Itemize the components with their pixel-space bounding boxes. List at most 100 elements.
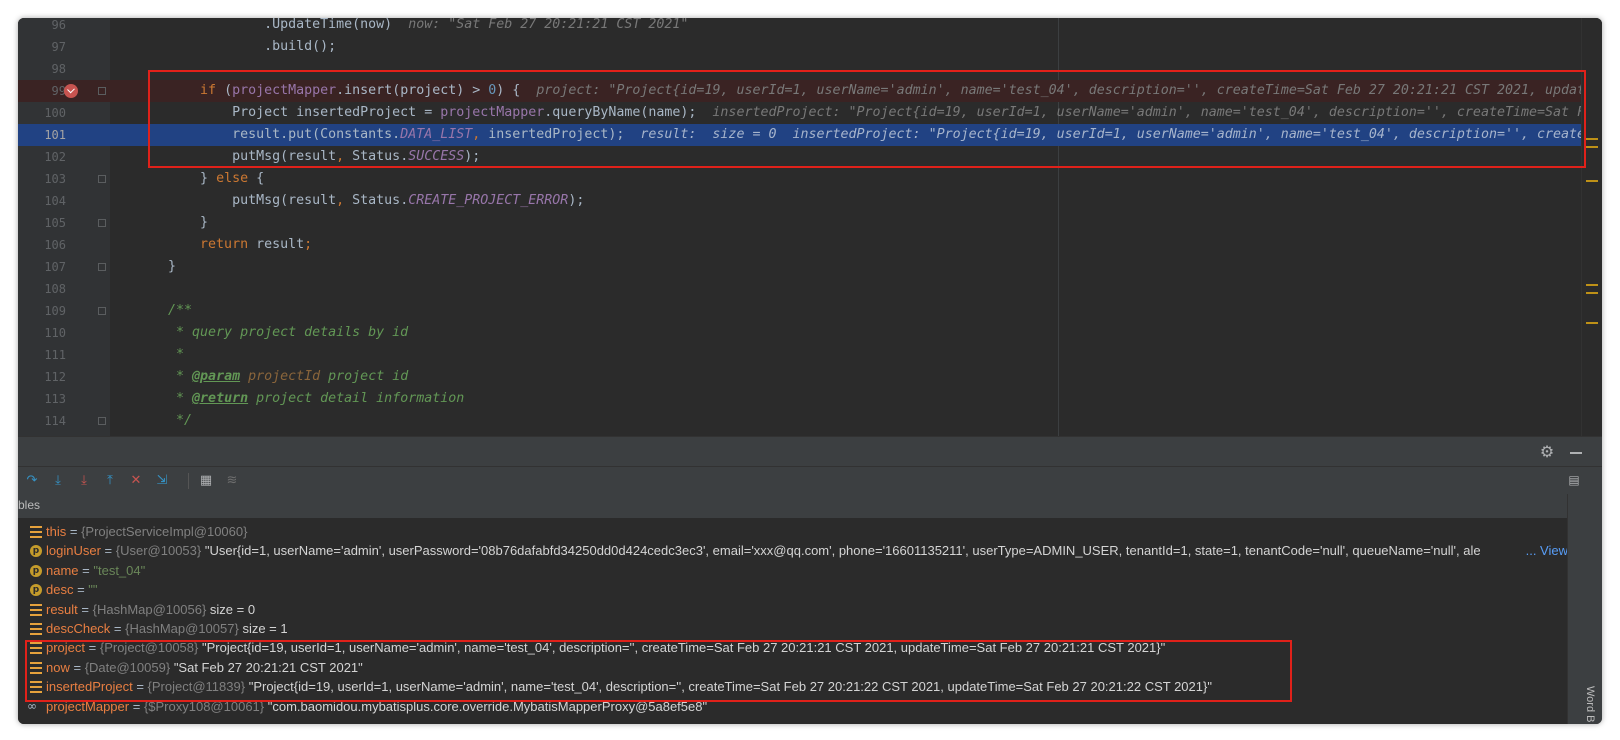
code-line[interactable]: 99 if (projectMapper.insert(project) > 0…: [18, 80, 1602, 102]
line-number[interactable]: 109: [18, 300, 66, 322]
equals-sign: =: [66, 524, 82, 539]
view-link[interactable]: ... View: [1521, 541, 1568, 561]
code-line[interactable]: 102 putMsg(result, Status.SUCCESS);: [18, 146, 1602, 168]
fold-toggle-icon[interactable]: [98, 417, 106, 425]
drop-frame-icon[interactable]: ✕: [128, 473, 144, 489]
variable-row[interactable]: descCheck = {HashMap@10057} size = 1: [18, 619, 1568, 639]
code-line[interactable]: 98: [18, 58, 1602, 80]
code-line[interactable]: 107 }: [18, 256, 1602, 278]
code-lines[interactable]: 96 .UpdateTime(now) now: "Sat Feb 27 20:…: [18, 18, 1602, 436]
code-text: .UpdateTime(now) now: "Sat Feb 27 20:21:…: [136, 18, 688, 36]
line-number[interactable]: 108: [18, 278, 66, 300]
step-over-icon[interactable]: ↷: [24, 473, 40, 489]
line-number[interactable]: 102: [18, 146, 66, 168]
minimize-icon[interactable]: [1570, 452, 1582, 454]
code-line[interactable]: 108: [18, 278, 1602, 300]
code-line[interactable]: 114 */: [18, 410, 1602, 432]
line-number[interactable]: 103: [18, 168, 66, 190]
warning-stripe[interactable]: [1586, 180, 1598, 182]
force-step-into-icon[interactable]: ⤓: [76, 473, 92, 489]
line-number[interactable]: 113: [18, 388, 66, 410]
editor-scrollbar[interactable]: [1581, 18, 1602, 436]
line-number[interactable]: 110: [18, 322, 66, 344]
variables-tab-label[interactable]: bles: [18, 498, 40, 512]
warning-stripe[interactable]: [1586, 322, 1598, 324]
fold-toggle-icon[interactable]: [98, 175, 106, 183]
code-token: .UpdateTime(now): [136, 18, 409, 32]
code-line[interactable]: 103 } else {: [18, 168, 1602, 190]
code-line[interactable]: 105 }: [18, 212, 1602, 234]
code-line[interactable]: 111 *: [18, 344, 1602, 366]
gear-icon[interactable]: ⚙: [1538, 443, 1556, 461]
variable-text: descCheck = {HashMap@10057} size = 1: [46, 619, 288, 639]
step-out-icon[interactable]: ⤒: [102, 473, 118, 489]
code-token: result.put(Constants.: [136, 127, 401, 142]
code-line[interactable]: 100 Project insertedProject = projectMap…: [18, 102, 1602, 124]
fold-toggle-icon[interactable]: [98, 263, 106, 271]
side-tool-label[interactable]: Word B: [1584, 686, 1596, 722]
line-number[interactable]: 107: [18, 256, 66, 278]
fold-toggle-icon[interactable]: [98, 307, 106, 315]
line-number[interactable]: 106: [18, 234, 66, 256]
variable-type: {HashMap@10056}: [92, 601, 207, 617]
warning-stripe[interactable]: [1586, 284, 1598, 286]
code-line[interactable]: 113 * @return project detail information: [18, 388, 1602, 410]
line-number[interactable]: 100: [18, 102, 66, 124]
line-number[interactable]: 111: [18, 344, 66, 366]
code-token: @param: [192, 369, 241, 384]
variable-text: insertedProject = {Project@11839} "Proje…: [46, 677, 1212, 697]
trace-icon[interactable]: ≋: [224, 473, 240, 489]
evaluate-expression-icon[interactable]: ▦: [198, 473, 214, 489]
run-to-cursor-icon[interactable]: ⇲: [154, 473, 170, 489]
equals-sign: =: [110, 621, 126, 636]
line-number[interactable]: 98: [18, 58, 66, 80]
line-number[interactable]: 114: [18, 410, 66, 432]
code-line[interactable]: 112 * @param projectId project id: [18, 366, 1602, 388]
warning-stripe[interactable]: [1586, 138, 1598, 140]
code-text: return result;: [136, 234, 312, 256]
line-number[interactable]: 104: [18, 190, 66, 212]
variable-row[interactable]: p name = "test_04": [18, 561, 1568, 581]
code-token: {: [256, 171, 265, 186]
code-line[interactable]: 106 return result;: [18, 234, 1602, 256]
code-line[interactable]: 101 result.put(Constants.DATA_LIST, inse…: [18, 124, 1602, 146]
line-number[interactable]: 101: [18, 124, 66, 146]
fold-toggle-icon[interactable]: [98, 219, 106, 227]
variable-row[interactable]: now = {Date@10059} "Sat Feb 27 20:21:21 …: [18, 658, 1568, 678]
step-into-icon[interactable]: ⤓: [50, 473, 66, 489]
code-token: ) {: [496, 83, 537, 98]
fold-toggle-icon[interactable]: [98, 87, 106, 95]
line-number[interactable]: 112: [18, 366, 66, 388]
line-number[interactable]: 96: [18, 18, 66, 36]
variable-row[interactable]: result = {HashMap@10056} size = 0: [18, 600, 1568, 620]
variable-row[interactable]: ∞ projectMapper = {$Proxy108@10061} "com.…: [18, 697, 1568, 717]
line-number[interactable]: 99: [18, 80, 66, 102]
warning-stripe[interactable]: [1586, 292, 1598, 294]
variable-name: result: [46, 601, 78, 617]
code-token: project id: [320, 369, 409, 384]
variable-text: now = {Date@10059} "Sat Feb 27 20:21:21 …: [46, 658, 363, 678]
code-line[interactable]: 97 .build();: [18, 36, 1602, 58]
code-line[interactable]: 104 putMsg(result, Status.CREATE_PROJECT…: [18, 190, 1602, 212]
code-line[interactable]: 110 * query project details by id: [18, 322, 1602, 344]
code-text: Project insertedProject = projectMapper.…: [136, 102, 1602, 124]
line-number[interactable]: 105: [18, 212, 66, 234]
layout-settings-icon[interactable]: ▤: [1566, 473, 1582, 487]
code-editor[interactable]: 96 .UpdateTime(now) now: "Sat Feb 27 20:…: [18, 18, 1602, 436]
breakpoint-icon[interactable]: [64, 84, 78, 98]
variable-row[interactable]: insertedProject = {Project@11839} "Proje…: [18, 677, 1568, 697]
variable-row[interactable]: this = {ProjectServiceImpl@10060}: [18, 522, 1568, 542]
variables-tree[interactable]: this = {ProjectServiceImpl@10060} p login…: [18, 518, 1568, 724]
code-token: CREATE_PROJECT_ERROR: [408, 193, 569, 208]
code-token: ,: [336, 149, 353, 164]
line-number[interactable]: 97: [18, 36, 66, 58]
code-token: insertedProject);: [488, 127, 641, 142]
code-line[interactable]: 109 /**: [18, 300, 1602, 322]
variable-row[interactable]: project = {Project@10058} "Project{id=19…: [18, 638, 1568, 658]
code-line[interactable]: 96 .UpdateTime(now) now: "Sat Feb 27 20:…: [18, 18, 1602, 36]
variable-row[interactable]: p loginUser = {User@10053} "User{id=1, us…: [18, 541, 1568, 561]
warning-stripe[interactable]: [1586, 146, 1598, 148]
inline-debug-value: insertedProject: "Project{id=19, userId=…: [712, 105, 1601, 120]
variable-row[interactable]: p desc = "": [18, 580, 1568, 600]
code-token: (: [224, 83, 233, 98]
